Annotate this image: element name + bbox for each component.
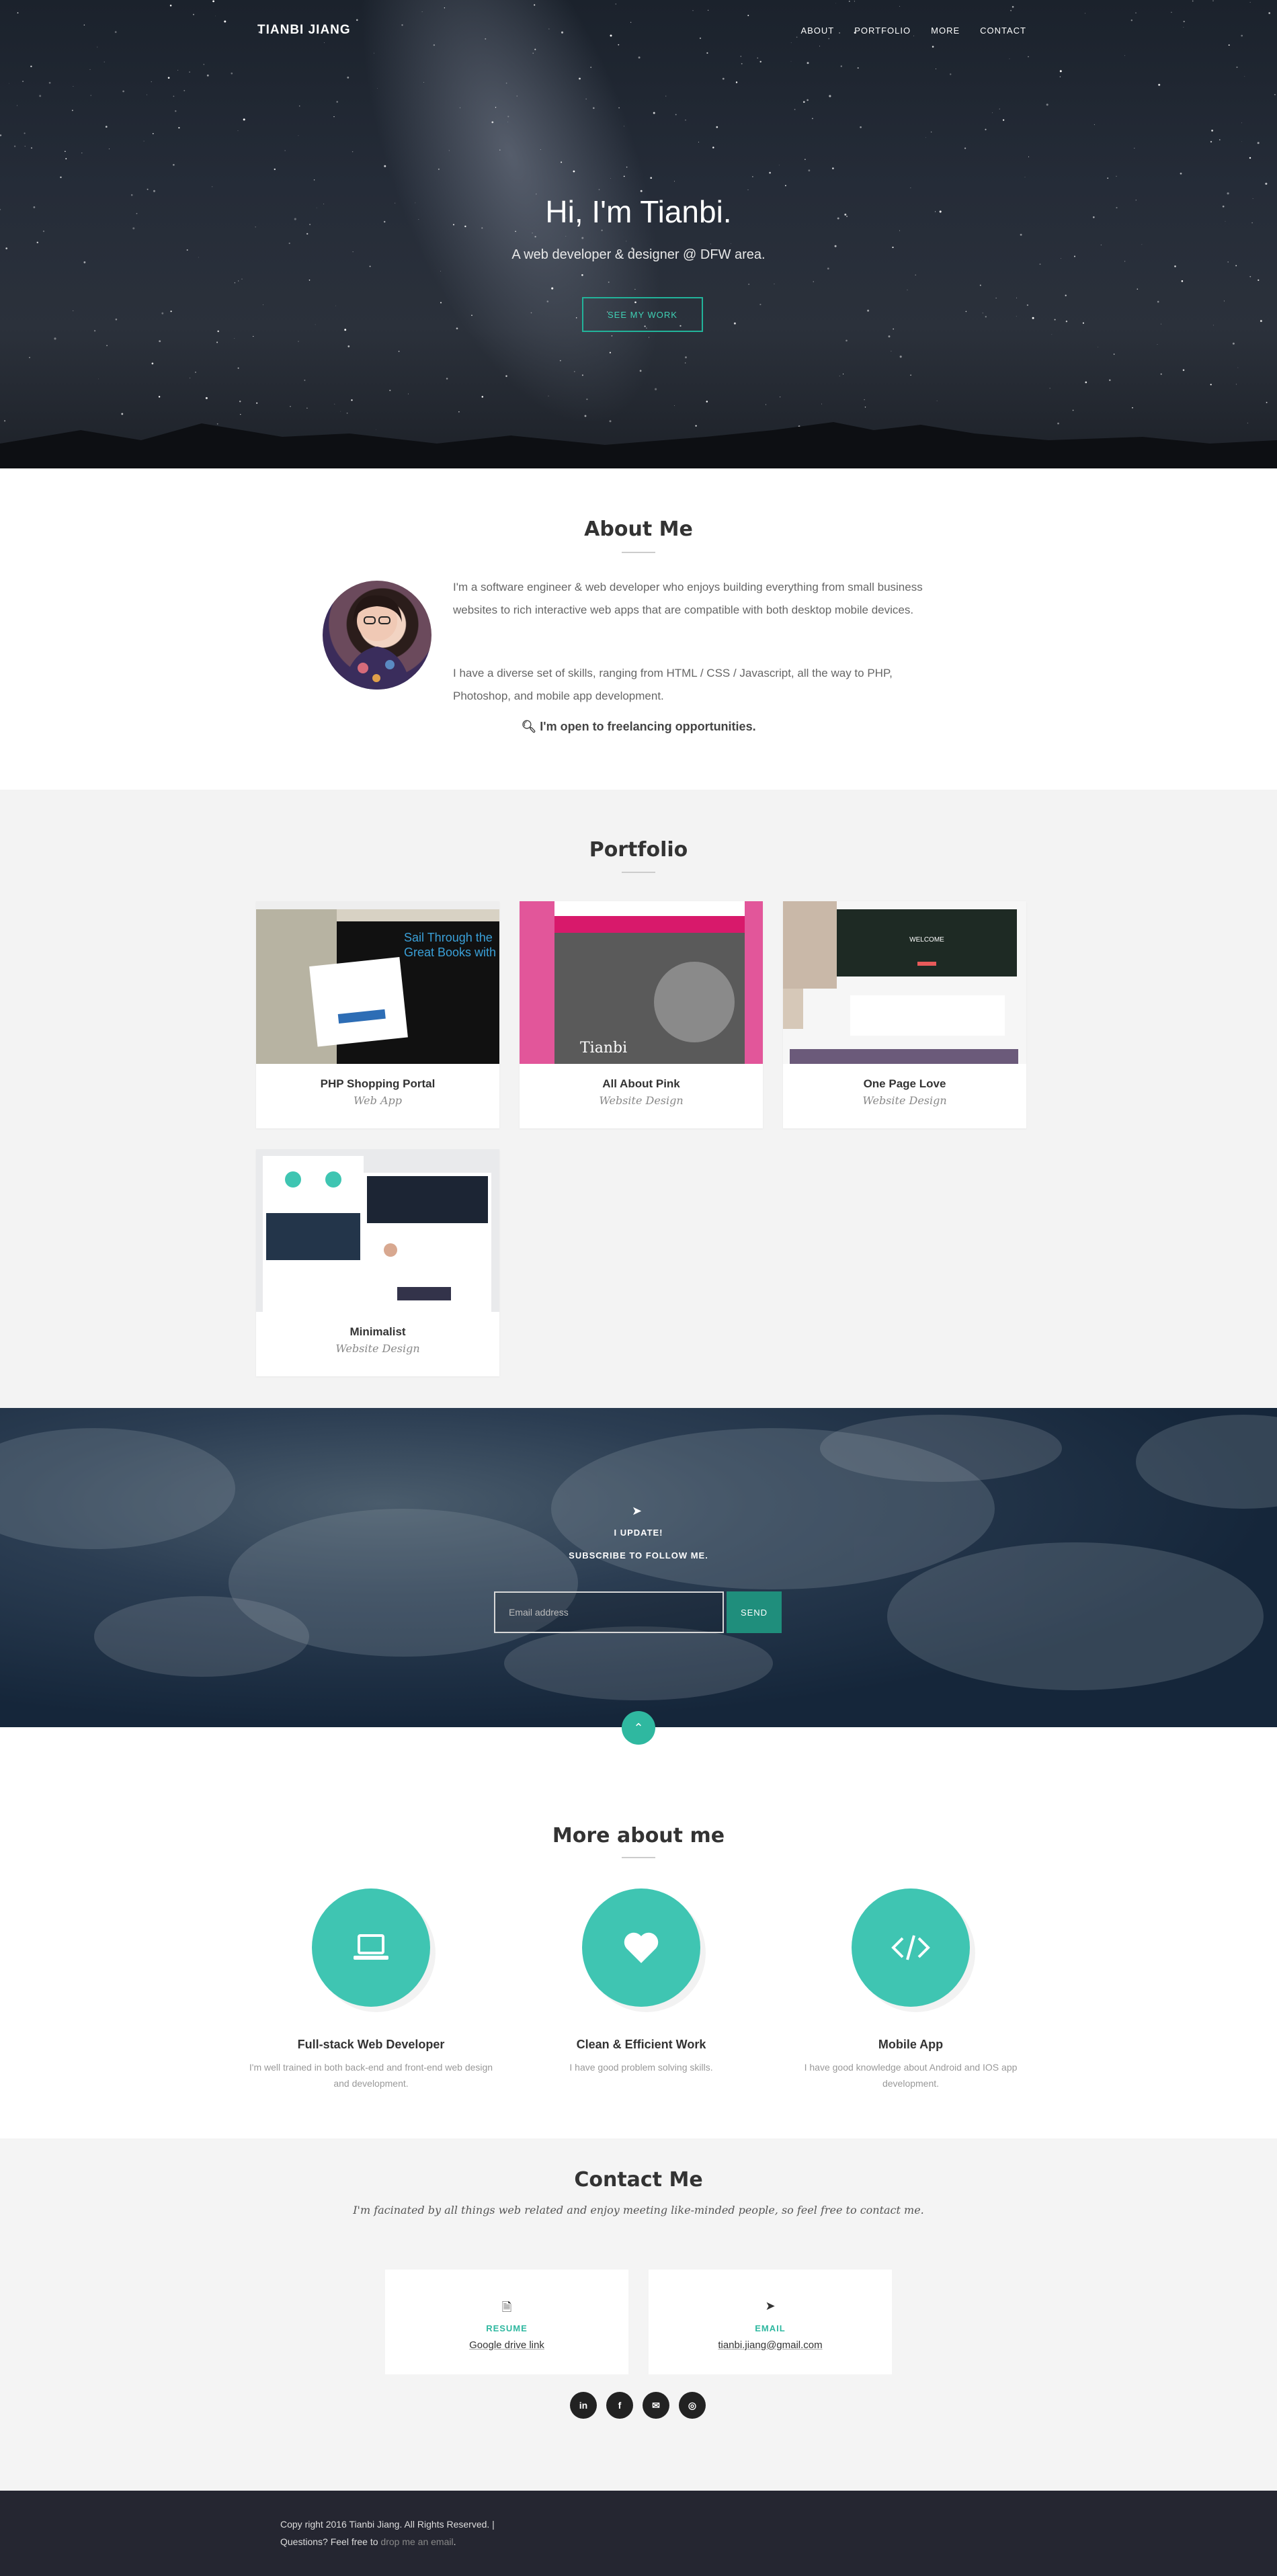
- portfolio-title: Portfolio: [589, 838, 688, 862]
- email-card: ➤ EMAIL tianbi.jiang@gmail.com: [649, 2270, 892, 2374]
- linkedin-icon[interactable]: in: [570, 2392, 597, 2419]
- hero-section: TIANBI JIANG ABOUT PORTFOLIO MORE CONTAC…: [0, 0, 1277, 468]
- portfolio-section: Portfolio Sail Through the Great Books w…: [0, 790, 1277, 1408]
- portfolio-card-title: Minimalist: [349, 1325, 406, 1338]
- more-item-desc: I have good problem solving skills.: [569, 2062, 713, 2073]
- portfolio-thumbnail: Tianbi: [520, 901, 763, 1064]
- about-title-divider: [622, 552, 655, 553]
- portfolio-card-type: Website Design: [335, 1342, 420, 1355]
- facebook-icon[interactable]: f: [606, 2392, 633, 2419]
- contact-subtitle: I'm facinated by all things web related …: [353, 2204, 924, 2216]
- subscribe-subheading: SUBSCRIBE TO FOLLOW ME.: [569, 1550, 708, 1561]
- heart-icon: [582, 1888, 700, 2007]
- freelance-note: 🔍︎ I'm open to freelancing opportunities…: [0, 720, 1277, 734]
- nav-link-contact[interactable]: CONTACT: [980, 26, 1026, 36]
- portfolio-card-one-page-love[interactable]: WELCOME One Page Love Website Design: [783, 901, 1026, 1128]
- nav-link-about[interactable]: ABOUT: [800, 26, 834, 36]
- resume-label: RESUME: [486, 2323, 528, 2333]
- hero-subtitle: A web developer & designer @ DFW area.: [511, 247, 766, 262]
- portfolio-card-title: PHP Shopping Portal: [320, 1077, 436, 1090]
- more-item-title: Clean & Efficient Work: [576, 2038, 706, 2051]
- svg-text:WELCOME: WELCOME: [909, 936, 944, 944]
- footer: Copy right 2016 Tianbi Jiang. All Rights…: [0, 2491, 1277, 2576]
- portfolio-card-type: Website Design: [862, 1094, 947, 1107]
- instagram-icon[interactable]: ◎: [679, 2392, 706, 2419]
- portfolio-thumbnail: Sail Through the Great Books with: [256, 901, 499, 1064]
- paper-plane-icon: ➤: [765, 2299, 776, 2313]
- paper-plane-icon: ➤: [632, 1504, 643, 1518]
- more-item-desc: I have good knowledge about Android and …: [804, 2062, 1018, 2089]
- chevron-up-icon: ⌃: [633, 1720, 644, 1735]
- mail-icon[interactable]: ✉: [643, 2392, 669, 2419]
- nav-menu: ABOUT PORTFOLIO MORE CONTACT: [800, 26, 1026, 36]
- avatar: [323, 581, 431, 690]
- scroll-to-top-button[interactable]: ⌃: [622, 1711, 655, 1745]
- cloudy-sky-background: [0, 1415, 1277, 1700]
- more-section: More about me Full-stack Web Developer I…: [0, 1727, 1277, 2138]
- code-icon: [852, 1888, 970, 2007]
- footer-question-text: Questions? Feel free to: [280, 2536, 378, 2547]
- portfolio-card-php-shopping-portal[interactable]: Sail Through the Great Books with PHP Sh…: [256, 901, 499, 1128]
- more-item-desc: I'm well trained in both back-end and fr…: [249, 2062, 493, 2089]
- drop-email-link[interactable]: drop me an email: [380, 2536, 453, 2547]
- nav-link-portfolio[interactable]: PORTFOLIO: [854, 26, 911, 36]
- send-button[interactable]: SEND: [727, 1591, 782, 1633]
- portfolio-thumbnail: [256, 1149, 499, 1312]
- portfolio-card-title: All About Pink: [602, 1077, 680, 1090]
- freelance-text: I'm open to freelancing opportunities.: [540, 720, 756, 733]
- email-link[interactable]: tianbi.jiang@gmail.com: [649, 2339, 892, 2351]
- contact-section: Contact Me I'm facinated by all things w…: [0, 2138, 1277, 2491]
- email-input[interactable]: [494, 1591, 724, 1633]
- about-paragraph-1: I'm a software engineer & web developer …: [453, 581, 923, 616]
- footer-copyright: Copy right 2016 Tianbi Jiang. All Rights…: [280, 2519, 495, 2530]
- more-title: More about me: [552, 1824, 725, 1847]
- portfolio-card-type: Web App: [354, 1094, 402, 1107]
- about-paragraph-2: I have a diverse set of skills, ranging …: [453, 667, 893, 702]
- resume-card: 🗎 RESUME Google drive link: [385, 2270, 628, 2374]
- footer-questions: Questions? Feel free to drop me an email…: [280, 2536, 456, 2547]
- footer-period: .: [453, 2536, 456, 2547]
- see-my-work-button[interactable]: SEE MY WORK: [582, 297, 703, 332]
- file-icon: 🗎: [501, 2300, 512, 2314]
- email-label: EMAIL: [755, 2323, 786, 2333]
- svg-text:Great Books with: Great Books with: [404, 946, 496, 959]
- portfolio-card-type: Website Design: [599, 1094, 684, 1107]
- about-section: About Me I'm a software engineer & web d…: [0, 468, 1277, 790]
- more-item-title: Mobile App: [878, 2038, 944, 2051]
- portfolio-thumbnail: WELCOME: [783, 901, 1026, 1064]
- contact-title: Contact Me: [574, 2168, 703, 2192]
- nav-brand[interactable]: TIANBI JIANG: [257, 23, 351, 38]
- resume-link[interactable]: Google drive link: [385, 2339, 628, 2351]
- svg-text:Tianbi: Tianbi: [580, 1040, 627, 1056]
- more-item-title: Full-stack Web Developer: [297, 2038, 445, 2051]
- starry-sky-background: [0, 0, 1277, 468]
- page: TIANBI JIANG ABOUT PORTFOLIO MORE CONTAC…: [0, 0, 1277, 2576]
- about-title: About Me: [584, 517, 693, 541]
- portfolio-card-title: One Page Love: [863, 1077, 946, 1090]
- search-icon: 🔍︎: [521, 720, 537, 733]
- subscribe-heading: I UPDATE!: [614, 1528, 663, 1538]
- laptop-icon: [312, 1888, 430, 2007]
- portfolio-card-minimalist[interactable]: Minimalist Website Design: [256, 1149, 499, 1376]
- svg-text:Sail Through the: Sail Through the: [404, 931, 493, 944]
- subscribe-section: ➤ I UPDATE! SUBSCRIBE TO FOLLOW ME. SEND: [0, 1408, 1277, 1727]
- hero-title: Hi, I'm Tianbi.: [545, 194, 732, 229]
- portfolio-card-all-about-pink[interactable]: Tianbi All About Pink Website Design: [520, 901, 763, 1128]
- nav-link-more[interactable]: MORE: [931, 26, 960, 36]
- portfolio-title-divider: [622, 872, 655, 873]
- more-title-divider: [622, 1857, 655, 1858]
